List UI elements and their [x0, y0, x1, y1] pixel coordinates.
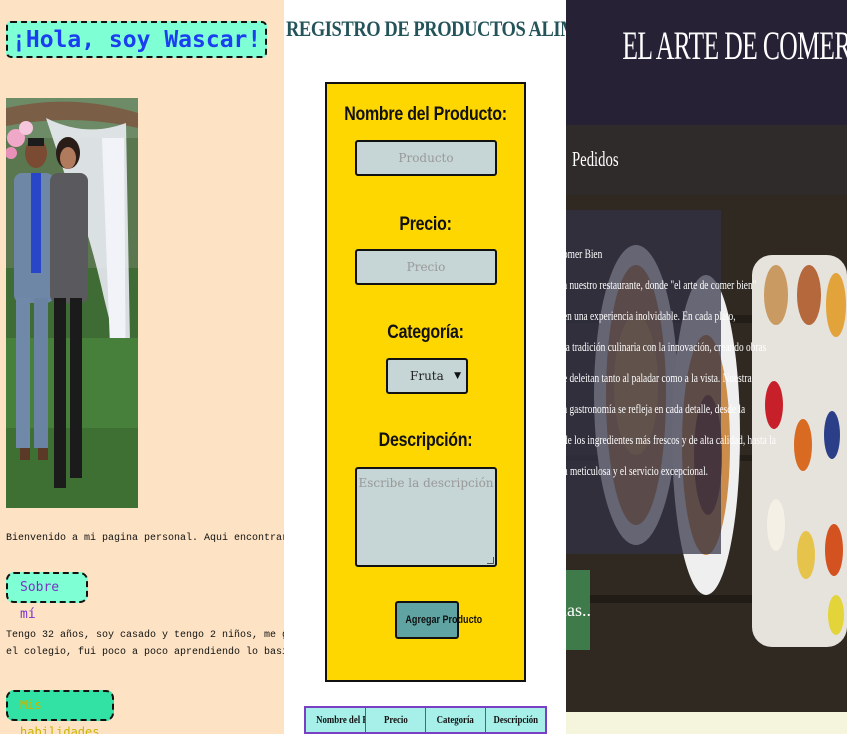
products-table-header: Nombre del Producto Precio Categoría Des…	[304, 706, 547, 734]
skills-button[interactable]: Mis habilidades	[6, 690, 114, 734]
add-product-button-label: Agregar Producto	[405, 614, 483, 626]
product-registry-panel: REGISTRO DE PRODUCTOS ALIMENTICIOS Nombr…	[284, 0, 665, 734]
product-form: Nombre del Producto: Producto Precio: Pr…	[325, 82, 526, 682]
price-label: Precio:	[399, 214, 452, 235]
bio-text-line-1: Tengo 32 años, soy casado y tengo 2 niño…	[6, 630, 284, 641]
description-placeholder: Escribe la descripción	[358, 476, 494, 490]
see-more-button[interactable]: las...	[566, 570, 590, 650]
table-header-cell: Descripción	[493, 714, 538, 726]
welcome-card: omer Bien a nuestro restaurante, donde "…	[566, 210, 776, 554]
see-more-button-label: las...	[566, 600, 590, 620]
restaurant-header: EL ARTE DE COMER BIEN	[566, 0, 847, 125]
chevron-down-icon: ▼	[454, 371, 461, 381]
description-label: Descripción:	[378, 430, 473, 451]
category-selected-value: Fruta	[410, 369, 444, 383]
table-header-cell: Nombre del Producto	[306, 708, 366, 732]
product-name-input[interactable]: Producto	[355, 140, 497, 176]
product-name-label: Nombre del Producto:	[344, 104, 507, 125]
restaurant-nav: Pedidos	[566, 125, 847, 195]
restaurant-footer	[566, 712, 847, 734]
table-header-cell: Precio	[366, 708, 426, 732]
add-product-button[interactable]: Agregar Producto	[395, 601, 482, 639]
category-select[interactable]: Fruta ▼	[386, 358, 468, 394]
category-label: Categoría:	[387, 322, 464, 343]
greeting-heading: ¡Hola, soy Wascar!	[6, 21, 268, 58]
about-me-button[interactable]: Sobre mí	[6, 572, 88, 622]
price-input[interactable]: Precio	[355, 249, 497, 285]
bio-text-line-2: el colegio, fui poco a poco aprendiendo …	[6, 647, 284, 658]
table-header-cell: Categoría	[426, 708, 486, 732]
page-title: REGISTRO DE PRODUCTOS ALIMENTICIOS	[286, 16, 665, 41]
welcome-text: Bienvenido a mi pagina personal. Aqui en…	[6, 533, 284, 544]
restaurant-panel: EL ARTE DE COMER BIEN Pedidos	[566, 0, 847, 734]
nav-item-pedidos[interactable]: Pedidos	[572, 147, 619, 172]
description-textarea[interactable]: Escribe la descripción	[355, 467, 497, 567]
profile-photo	[6, 98, 138, 508]
resize-handle-icon[interactable]	[487, 557, 494, 564]
restaurant-title: EL ARTE DE COMER BIEN	[622, 23, 847, 68]
welcome-card-text: omer Bien a nuestro restaurante, donde "…	[566, 246, 776, 478]
personal-page-panel: ¡Hola, soy Wascar! Bienvenido a mi pagin…	[0, 0, 284, 734]
